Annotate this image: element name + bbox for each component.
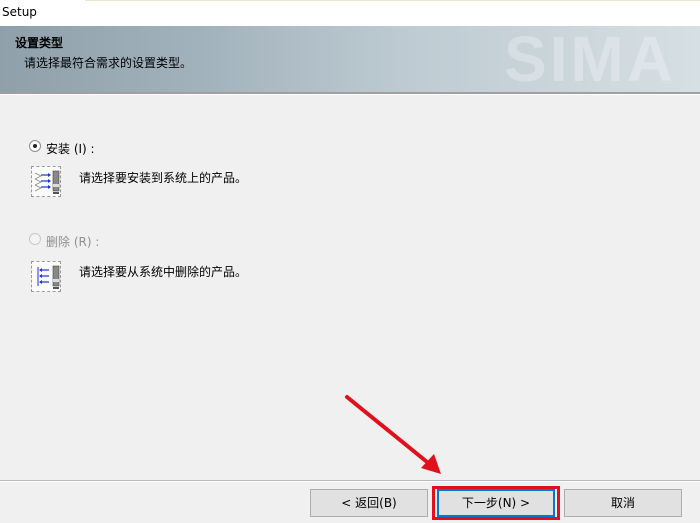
annotation-arrow-icon <box>345 395 441 474</box>
